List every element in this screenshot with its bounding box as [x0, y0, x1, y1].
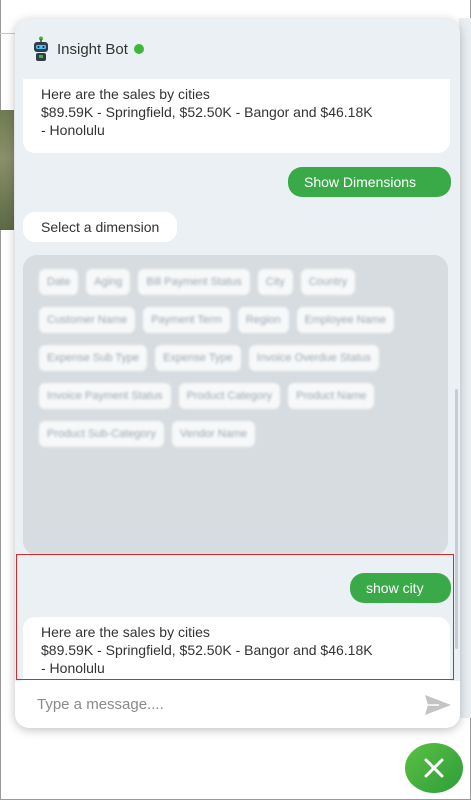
dimension-chip[interactable]: City: [257, 269, 293, 295]
message-line: Here are the sales by cities: [41, 86, 210, 102]
chat-widget: Insight Bot Here are the sales by cities…: [15, 19, 460, 728]
message-composer: [15, 681, 460, 728]
dimension-chip[interactable]: Product Sub-Category: [39, 421, 164, 447]
dimension-chip[interactable]: Aging: [86, 269, 131, 295]
dimension-chip[interactable]: Region: [237, 307, 289, 333]
dimension-chip[interactable]: Expense Sub Type: [39, 345, 148, 371]
user-message: show city: [350, 573, 451, 603]
bot-message: Here are the sales by cities $89.59K - S…: [23, 617, 450, 691]
dimension-chip[interactable]: Date: [39, 269, 79, 295]
bot-message: Here are the sales by cities $89.59K - S…: [23, 79, 450, 153]
dimension-options-panel: Date Aging Bill Payment Status City Coun…: [23, 255, 448, 555]
bot-name: Insight Bot: [57, 40, 128, 58]
dimension-chip[interactable]: Product Name: [288, 383, 375, 409]
send-icon[interactable]: [424, 693, 452, 717]
message-list: Here are the sales by cities $89.59K - S…: [15, 79, 460, 691]
message-line: $89.59K - Springfield, $52.50K - Bangor …: [41, 104, 373, 120]
online-status-dot: [133, 44, 144, 54]
background-strip: [459, 18, 471, 718]
dimension-chip[interactable]: Vendor Name: [171, 421, 256, 447]
dimension-chip[interactable]: Invoice Payment Status: [39, 383, 171, 409]
bot-message: Select a dimension: [23, 212, 178, 242]
dimension-chip[interactable]: Employee Name: [296, 307, 394, 333]
dimension-chip[interactable]: Invoice Overdue Status: [248, 345, 380, 371]
message-line: - Honolulu: [41, 660, 105, 676]
message-line: Here are the sales by cities: [41, 624, 210, 640]
dimension-chip[interactable]: Country: [300, 269, 356, 295]
dimension-chip[interactable]: Customer Name: [39, 307, 136, 333]
message-input[interactable]: [37, 696, 397, 713]
dimension-chip[interactable]: Payment Term: [143, 307, 230, 333]
scrollbar[interactable]: [455, 389, 458, 649]
dimension-chip[interactable]: Product Category: [178, 383, 281, 409]
chat-header: Insight Bot: [15, 19, 460, 79]
robot-icon: [34, 36, 48, 61]
user-message: Show Dimensions: [288, 167, 451, 197]
close-chat-button[interactable]: [405, 743, 463, 793]
background-image-fragment: [0, 110, 14, 230]
close-icon: [424, 758, 444, 778]
message-line: $89.59K - Springfield, $52.50K - Bangor …: [41, 642, 373, 658]
message-line: - Honolulu: [41, 122, 105, 138]
dimension-chip[interactable]: Bill Payment Status: [138, 269, 250, 295]
dimension-chip[interactable]: Expense Type: [155, 345, 241, 371]
